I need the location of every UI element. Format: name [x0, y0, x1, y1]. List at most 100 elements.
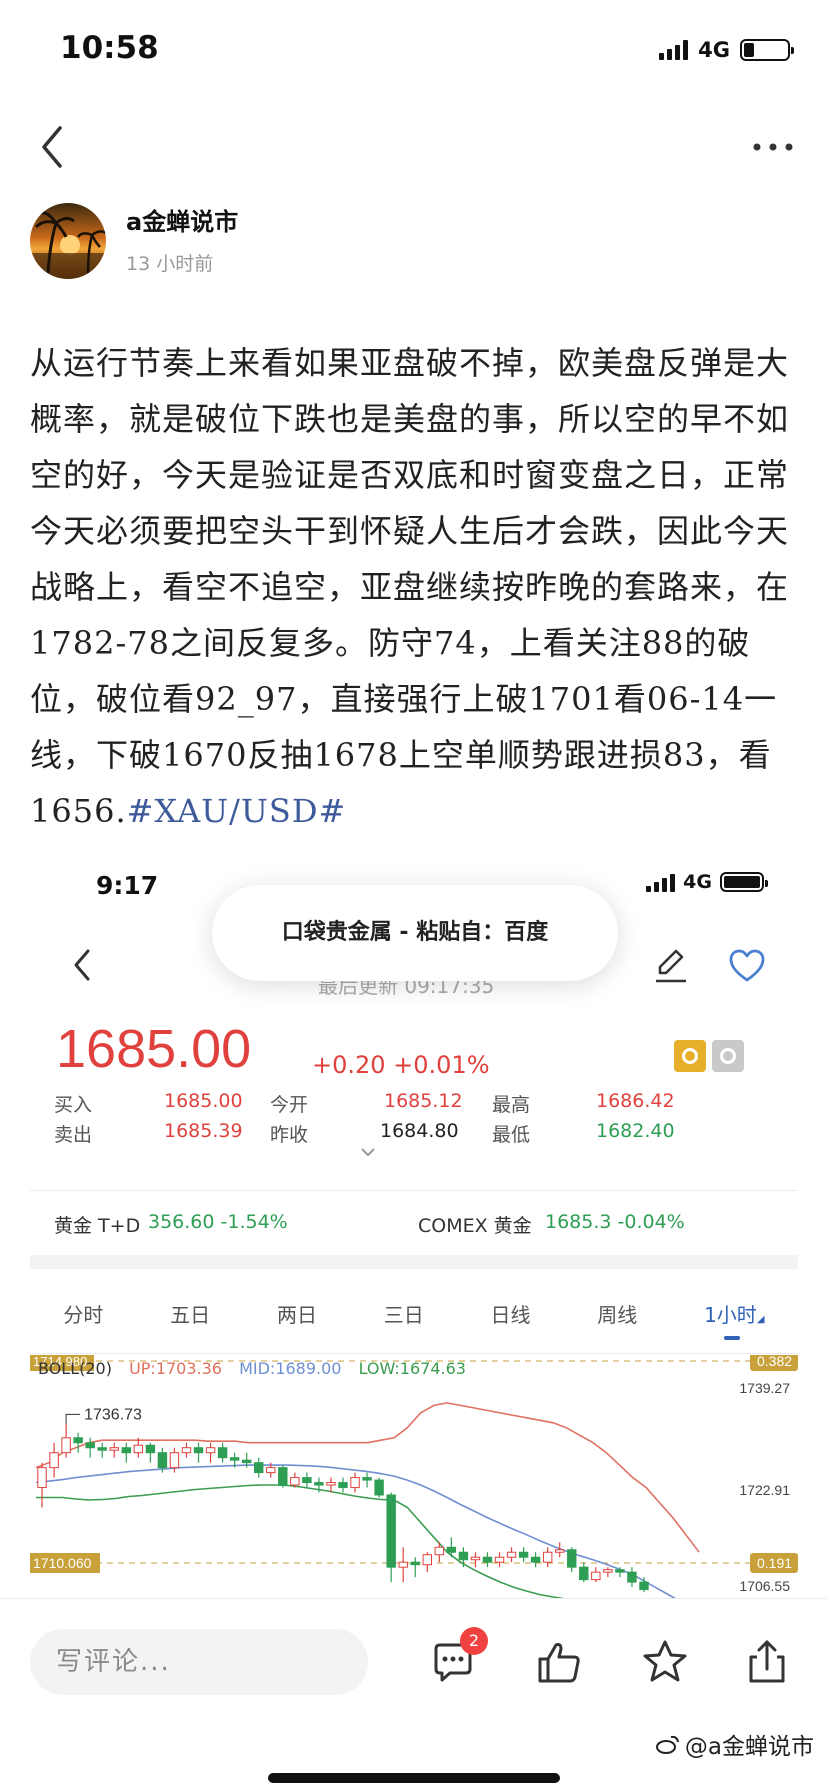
- period-tabs: 分时 五日 两日 三日 日线 周线 1小时◢: [30, 1285, 798, 1341]
- right-mid-label: 0.191: [757, 1555, 792, 1571]
- candle-body: [181, 1447, 192, 1454]
- hashtag-link[interactable]: #XAU/USD#: [127, 792, 347, 830]
- watermark: @a金蝉说市: [655, 1727, 814, 1761]
- current-price: 1685.00: [56, 1019, 252, 1079]
- edit-icon: [652, 945, 688, 985]
- candle-body: [530, 1556, 541, 1563]
- candle-body: [615, 1569, 625, 1573]
- comex-label: COMEX 黄金: [418, 1215, 532, 1237]
- chart-svg: 1736.731714.9801710.0600.3820.1911739.27…: [30, 1351, 798, 1607]
- author-name[interactable]: a金蝉说市: [126, 202, 238, 237]
- inner-network-type: 4G: [683, 871, 712, 893]
- td-label: 黄金 T+D: [54, 1215, 141, 1237]
- candle-body: [145, 1444, 156, 1454]
- high-label: 最高: [492, 1094, 531, 1116]
- candle-body: [302, 1477, 312, 1484]
- candle-body: [386, 1494, 396, 1568]
- boll-indicator-label: BOLL(20): [38, 1359, 112, 1378]
- tab-fenshi: 分时: [63, 1302, 104, 1327]
- candle-body: [254, 1462, 264, 1474]
- high-value: 1686.42: [596, 1090, 675, 1112]
- back-button[interactable]: [34, 122, 74, 172]
- prev-close-label: 昨收: [270, 1124, 309, 1146]
- candle-body: [157, 1452, 168, 1469]
- candle-body: [350, 1477, 360, 1489]
- quote-row: 卖出 1685.39 昨收 1684.80 最低 1682.40: [54, 1120, 774, 1150]
- open-value: 1685.12: [384, 1090, 463, 1112]
- buy-value: 1685.00: [164, 1090, 243, 1112]
- tab-three-day: 三日: [383, 1302, 424, 1327]
- status-indicators: 4G: [659, 38, 794, 62]
- star-icon: [643, 1640, 687, 1682]
- td-value: 356.60 -1.54%: [148, 1211, 288, 1233]
- tab-caret-icon: ◢: [756, 1313, 765, 1325]
- comex-value: 1685.3 -0.04%: [545, 1211, 685, 1233]
- author-avatar[interactable]: [30, 203, 106, 279]
- candle-body: [169, 1452, 180, 1469]
- buy-label: 买入: [54, 1094, 93, 1116]
- candle-body: [121, 1447, 132, 1454]
- post-body: 从运行节奏上来看如果亚盘破不掉，欧美盘反弹是大概率，就是破位下跌也是美盘的事，所…: [30, 335, 798, 839]
- candle-body: [458, 1551, 469, 1561]
- candle-body: [422, 1554, 432, 1566]
- candle-body: [494, 1556, 505, 1563]
- inner-battery-icon: [720, 872, 768, 892]
- candle-body: [410, 1561, 420, 1566]
- candle-body: [338, 1482, 348, 1489]
- share-icon: [749, 1640, 785, 1683]
- expand-chevron-icon: [360, 1145, 376, 1161]
- candle-body: [398, 1561, 408, 1568]
- candle-body: [567, 1549, 577, 1568]
- embedded-screenshot[interactable]: 9:17 4G 口袋贵金属 - 粘贴自：百度 最后更新 09:17:35 168…: [30, 835, 798, 1607]
- status-time: 10:58: [60, 30, 159, 66]
- inner-status-indicators: 4G: [646, 871, 768, 893]
- candle-body: [591, 1571, 601, 1581]
- candle-body: [627, 1571, 637, 1583]
- tab-one-hour: 1小时◢: [700, 1299, 768, 1340]
- candle-body: [229, 1457, 240, 1461]
- candle-body: [506, 1551, 517, 1558]
- boll-up-label: UP:1703.36: [129, 1359, 222, 1378]
- author-block: a金蝉说市 13 小时前: [30, 200, 790, 280]
- candle-body: [49, 1452, 59, 1469]
- share-button[interactable]: [742, 1637, 792, 1687]
- left-mid-label: 1710.060: [33, 1555, 92, 1571]
- signal-icon: [659, 40, 689, 60]
- candle-body: [470, 1556, 481, 1561]
- tab-daily: 日线: [490, 1302, 531, 1327]
- candle-body: [193, 1447, 204, 1454]
- candle-body: [266, 1467, 276, 1474]
- candle-body: [639, 1581, 649, 1591]
- candle-body: [278, 1467, 288, 1486]
- gray-badge-icon: [712, 1040, 744, 1072]
- open-label: 今开: [270, 1094, 309, 1116]
- boll-legend: BOLL(20) UP:1703.36 MID:1689.00 LOW:1674…: [38, 1359, 478, 1378]
- candle-body: [554, 1549, 565, 1553]
- candle-body: [326, 1482, 336, 1486]
- candlestick-chart: BOLL(20) UP:1703.36 MID:1689.00 LOW:1674…: [30, 1351, 798, 1607]
- price-change: +0.20 +0.01%: [312, 1051, 490, 1079]
- favorite-button[interactable]: [640, 1637, 690, 1687]
- tab-two-day: 两日: [276, 1302, 317, 1327]
- bottom-bar: 写评论... 2 @a金蝉说市: [0, 1598, 828, 1792]
- candle-body: [109, 1447, 119, 1451]
- yellow-badge-icon: [674, 1040, 706, 1072]
- candle-body: [434, 1546, 445, 1556]
- divider: [30, 1353, 798, 1354]
- like-button[interactable]: [534, 1637, 584, 1687]
- more-button[interactable]: [748, 132, 798, 162]
- watermark-text: @a金蝉说市: [684, 1734, 814, 1760]
- divider-band: [30, 1255, 798, 1269]
- tab-one-hour-label: 1小时: [704, 1302, 757, 1327]
- right-top-label: 0.382: [757, 1355, 792, 1369]
- boll-low-label: LOW:1674.63: [358, 1359, 466, 1378]
- quote-grid: 买入 1685.00 今开 1685.12 最高 1686.42 卖出 1685…: [54, 1090, 774, 1150]
- candle-body: [85, 1442, 95, 1449]
- battery-icon: [740, 39, 794, 61]
- candle-body: [205, 1447, 216, 1454]
- candle-body: [314, 1482, 324, 1486]
- heart-icon: [728, 948, 766, 984]
- sell-value: 1685.39: [164, 1120, 243, 1142]
- candle-body: [97, 1447, 107, 1451]
- comment-input[interactable]: 写评论...: [30, 1629, 368, 1695]
